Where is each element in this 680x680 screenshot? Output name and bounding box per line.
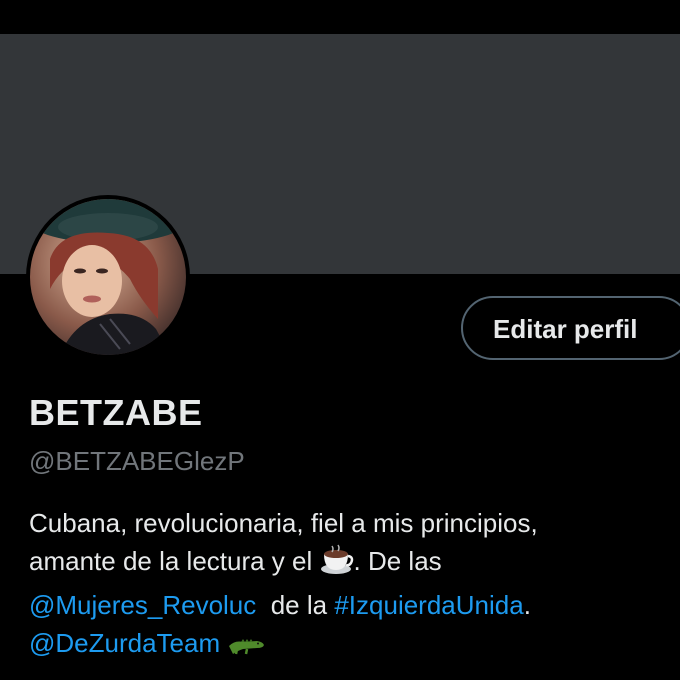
bio-text: .: [523, 590, 531, 620]
bio-text: . De las: [353, 546, 442, 576]
mention-mujeres-revoluc-link[interactable]: @Mujeres_Revoluc: [29, 590, 256, 620]
profile-page: Editar perfil BETZABE @BETZABEGlezP Cuba…: [0, 0, 680, 680]
avatar[interactable]: [26, 195, 190, 359]
bio-line-2: amante de la lectura y el . De las: [29, 542, 669, 586]
bio-line-1: Cubana, revolucionaria, fiel a mis princ…: [29, 508, 538, 538]
display-name: BETZABE: [29, 392, 203, 433]
edit-profile-button[interactable]: Editar perfil: [461, 296, 680, 360]
crocodile-icon: [227, 630, 265, 668]
bio-line-4: @DeZurdaTeam: [29, 624, 669, 668]
profile-bio: Cubana, revolucionaria, fiel a mis princ…: [29, 504, 669, 668]
user-handle: @BETZABEGlezP: [29, 446, 245, 476]
bio-line-3: @Mujeres_Revoluc de la #IzquierdaUnida.: [29, 586, 669, 624]
coffee-cup-icon: [320, 544, 354, 586]
hashtag-izquierdaunida-link[interactable]: #IzquierdaUnida: [334, 590, 523, 620]
bio-text: de la: [270, 590, 328, 620]
mention-dezurdateam-link[interactable]: @DeZurdaTeam: [29, 628, 220, 658]
bio-text: amante de la lectura y el: [29, 546, 313, 576]
avatar-photo: [30, 199, 186, 355]
